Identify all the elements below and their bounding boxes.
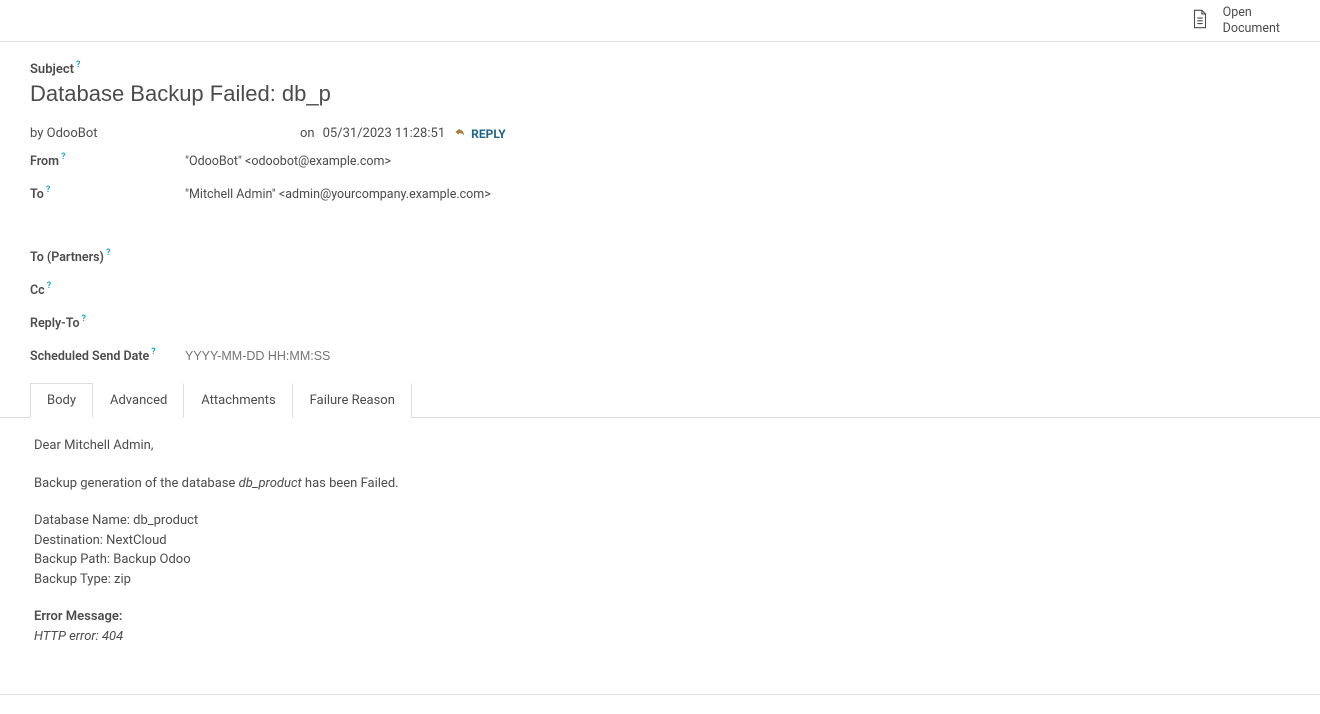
by-prefix: by (30, 126, 43, 141)
help-icon[interactable]: ? (47, 281, 51, 291)
meta-row: by OdooBot on 05/31/2023 11:28:51 REPLY (30, 125, 1290, 142)
to-label: To ? (30, 187, 50, 202)
to-value[interactable]: "Mitchell Admin" <admin@yourcompany.exam… (185, 187, 491, 202)
body-error-msg: HTTP error: 404 (34, 627, 1286, 647)
body-destination: Destination: NextCloud (34, 531, 1286, 551)
help-icon[interactable]: ? (106, 248, 110, 258)
open-document-button[interactable]: Open Document (1189, 5, 1280, 36)
on-prefix: on (300, 126, 315, 141)
tabs: Body Advanced Attachments Failure Reason (0, 382, 1320, 418)
document-icon (1189, 8, 1211, 34)
body-content: Dear Mitchell Admin, Backup generation o… (30, 418, 1290, 664)
reply-to-label: Reply-To ? (30, 316, 86, 331)
scheduled-input[interactable] (185, 349, 385, 363)
help-icon[interactable]: ? (61, 152, 65, 162)
help-icon[interactable]: ? (151, 347, 155, 357)
subject-label: Subject ? (30, 62, 80, 77)
to-row: To ? "Mitchell Admin" <admin@yourcompany… (30, 187, 1290, 202)
tab-attachments[interactable]: Attachments (184, 383, 292, 418)
tab-body[interactable]: Body (30, 383, 93, 418)
from-row: From ? "OdooBot" <odoobot@example.com> (30, 154, 1290, 169)
reply-to-row: Reply-To ? (30, 316, 1290, 331)
cc-row: Cc ? (30, 283, 1290, 298)
scheduled-label: Scheduled Send Date ? (30, 349, 156, 364)
from-value[interactable]: "OdooBot" <odoobot@example.com> (185, 154, 391, 169)
from-label: From ? (30, 154, 65, 169)
help-icon[interactable]: ? (82, 314, 86, 324)
tab-advanced[interactable]: Advanced (93, 383, 184, 418)
body-line1: Backup generation of the database db_pro… (34, 474, 1286, 494)
bottom-divider (0, 694, 1320, 695)
body-backup-path: Backup Path: Backup Odoo (34, 550, 1286, 570)
form-area: Subject ? by OdooBot on 05/31/2023 11:28… (0, 42, 1320, 664)
scheduled-row: Scheduled Send Date ? (30, 349, 1290, 364)
body-error-head: Error Message: (34, 607, 1286, 627)
to-partners-label: To (Partners) ? (30, 250, 110, 265)
body-backup-type: Backup Type: zip (34, 570, 1286, 590)
open-document-label: Open Document (1223, 5, 1280, 36)
cc-label: Cc ? (30, 283, 51, 298)
date-value: 05/31/2023 11:28:51 (323, 126, 446, 141)
body-db-name: Database Name: db_product (34, 511, 1286, 531)
top-bar: Open Document (0, 0, 1320, 42)
author-name: OdooBot (47, 126, 98, 141)
body-greeting: Dear Mitchell Admin, (34, 436, 1286, 456)
tab-failure-reason[interactable]: Failure Reason (293, 383, 412, 418)
help-icon[interactable]: ? (76, 60, 80, 70)
to-partners-row: To (Partners) ? (30, 250, 1290, 265)
subject-input[interactable] (30, 79, 330, 109)
reply-arrow-icon (453, 125, 467, 142)
reply-button[interactable]: REPLY (453, 125, 506, 142)
help-icon[interactable]: ? (46, 185, 50, 195)
